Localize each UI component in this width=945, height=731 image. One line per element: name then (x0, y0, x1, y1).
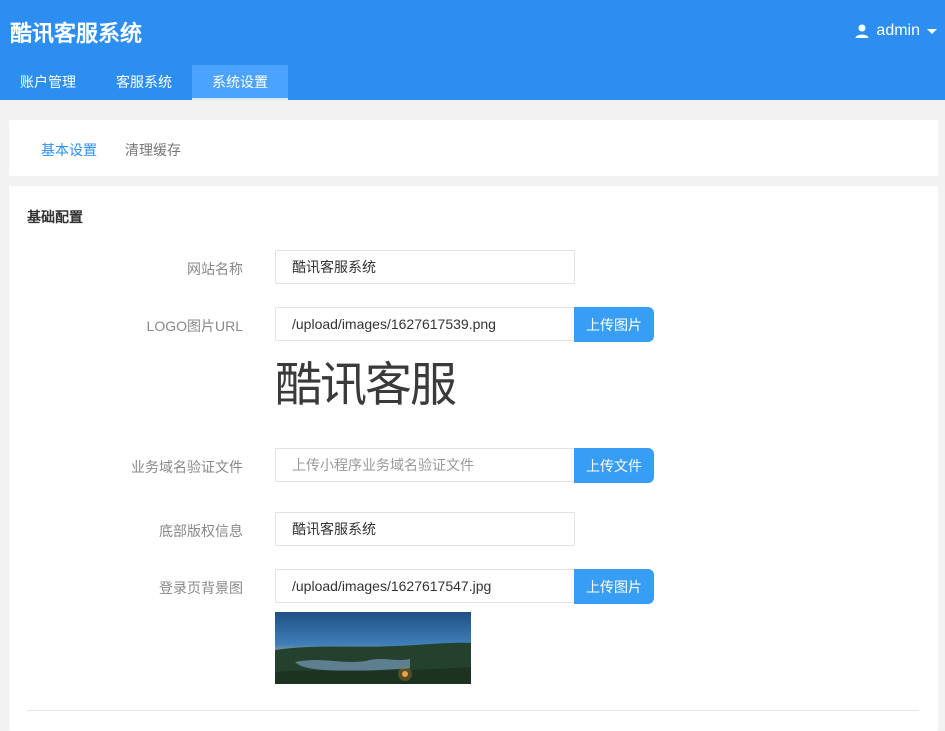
domain-verify-label: 业务域名验证文件 (131, 459, 243, 475)
user-name: admin (876, 22, 920, 39)
logo-preview-image: 酷讯客服 (275, 358, 457, 413)
tab-clear-cache[interactable]: 清理缓存 (125, 140, 181, 160)
app-title: 酷讯客服系统 (10, 21, 143, 46)
login-bg-preview-image (275, 612, 471, 684)
upload-bg-button[interactable]: 上传图片 (574, 569, 654, 604)
site-name-label: 网站名称 (187, 261, 243, 277)
logo-url-label: LOGO图片URL (146, 318, 243, 334)
site-name-input[interactable] (275, 250, 575, 284)
settings-tabs: 基本设置 清理缓存 (9, 120, 938, 176)
tab-basic-settings[interactable]: 基本设置 (41, 140, 97, 160)
settings-form: 基础配置 网站名称 LOGO图片URL 上传图片 酷讯客服 业务域名验证文件 上… (9, 186, 938, 731)
copyright-label: 底部版权信息 (159, 523, 243, 539)
login-bg-input[interactable] (275, 569, 574, 603)
domain-verify-input[interactable] (275, 448, 574, 482)
chevron-down-icon (927, 28, 937, 34)
app-header: 酷讯客服系统 admin 账户管理 客服系统 系统设置 (0, 0, 945, 100)
user-icon (855, 24, 869, 38)
form-divider (27, 710, 919, 711)
upload-file-button[interactable]: 上传文件 (574, 448, 654, 483)
login-bg-label: 登录页背景图 (159, 580, 243, 596)
nav-customer-service[interactable]: 客服系统 (96, 65, 192, 100)
nav-system-settings[interactable]: 系统设置 (192, 65, 288, 100)
section-title: 基础配置 (27, 209, 83, 225)
user-menu[interactable]: admin (854, 20, 937, 42)
copyright-input[interactable] (275, 512, 575, 546)
nav-account-management[interactable]: 账户管理 (0, 65, 96, 100)
logo-url-input[interactable] (275, 307, 574, 341)
top-nav: 账户管理 客服系统 系统设置 (0, 65, 288, 100)
upload-logo-button[interactable]: 上传图片 (574, 307, 654, 342)
